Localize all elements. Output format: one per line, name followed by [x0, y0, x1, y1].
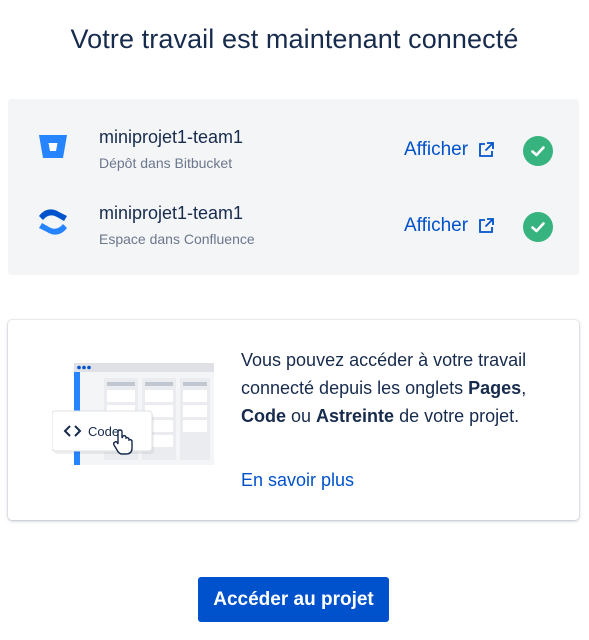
view-confluence-link[interactable]: Afficher [404, 215, 495, 237]
view-bitbucket-link[interactable]: Afficher [404, 139, 495, 161]
view-link-label: Afficher [404, 139, 469, 160]
check-circle-icon [523, 136, 553, 166]
connected-links-panel: miniprojet1-team1 Dépôt dans Bitbucket A… [8, 99, 579, 275]
link-subtitle: Espace dans Confluence [99, 231, 255, 247]
link-subtitle: Dépôt dans Bitbucket [99, 155, 233, 171]
link-name: miniprojet1-team1 [99, 203, 244, 223]
view-link-label: Afficher [404, 215, 469, 236]
link-row-bitbucket: miniprojet1-team1 Dépôt dans Bitbucket A… [8, 119, 579, 179]
project-tabs-illustration: Code [52, 363, 214, 465]
tab-oncall-label: Astreinte [316, 406, 395, 426]
link-row-confluence: miniprojet1-team1 Espace dans Confluence… [8, 195, 579, 255]
info-card: Code Vous pouvez accéder à votre travail… [8, 320, 579, 520]
confluence-icon [39, 209, 67, 235]
link-name: miniprojet1-team1 [99, 127, 244, 147]
tab-code-label: Code [241, 406, 286, 426]
go-to-project-button[interactable]: Accéder au projet [198, 577, 389, 622]
check-circle-icon [523, 212, 553, 242]
external-link-icon [479, 218, 494, 233]
info-text: Vous pouvez accéder à votre travail conn… [241, 350, 527, 426]
learn-more-link[interactable]: En savoir plus [241, 470, 354, 491]
tab-pages-label: Pages [468, 378, 522, 398]
page-title: Votre travail est maintenant connecté [70, 24, 519, 54]
illustration-code-label: Code [88, 424, 119, 439]
bitbucket-icon [39, 135, 67, 158]
external-link-icon [479, 142, 494, 157]
